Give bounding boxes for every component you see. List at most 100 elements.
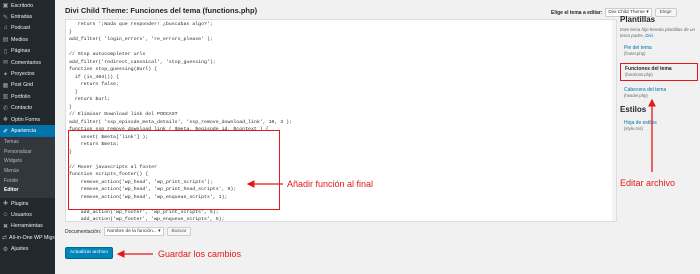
style-file-item[interactable]: Hoja de estilos (style.css) [620,118,698,134]
code-line: return '¡Nada que responder! ¿buscabas a… [69,22,213,27]
sidebar-item-label: Proyectos [11,71,35,78]
sidebar-item-label: Medios [11,36,29,43]
pin-icon: ✎ [2,14,9,21]
code-line: add_filter( 'login_errors', 're_errors_p… [69,37,213,42]
sidebar-item-label: Optin Forms [11,116,41,123]
users-icon: ☺ [2,211,9,218]
sidebar-item-label: Podcast [11,25,31,32]
submenu-item-editor[interactable]: Editor [0,186,55,196]
update-file-button[interactable]: Actualizar archivo [65,247,113,259]
portfolio-icon: ▥ [2,94,9,101]
sidebar-item-label: Apariencia [11,128,37,135]
microphone-icon: ♫ [3,25,8,32]
sidebar-item-comentarios[interactable]: ✉ Comentarios [0,57,55,68]
template-file-filename: (functions.php) [625,72,653,77]
submenu-item-temas[interactable]: Temas [0,138,55,148]
sidebar-item-label: Contacto [11,105,33,112]
wp-admin-screen: ▣ Escritorio ✎ Entradas ♫ Podcast ▤ Medios ▯ Pági… [0,0,700,274]
submenu-item-men-s[interactable]: Menús [0,167,55,177]
sidebar-item-label: All-in-One WP Migration [9,234,55,241]
code-editor[interactable]: return '¡Nada que responder! ¿buscabas a… [65,19,617,222]
template-file-list: Pie del tema (footer.php) Funciones del te… [620,43,698,101]
template-file-item[interactable]: Pie del tema (footer.php) [620,43,698,59]
sidebar-item-p-ginas[interactable]: ▯ Páginas [0,46,55,57]
function-name-select[interactable]: Nombre de la función... ▾ [104,227,164,236]
code-line: } [69,89,78,95]
templates-title: Plantillas [620,15,656,24]
styles-title: Estilos [620,105,647,114]
sidebar-item-medios[interactable]: ▤ Medios [0,34,55,45]
main-content: Divi Child Theme: Funciones del tema (fu… [55,0,700,274]
code-line: } [69,104,72,110]
template-file-item[interactable]: Funciones del tema (functions.php) [620,63,698,81]
sidebar-item-escritorio[interactable]: ▣ Escritorio [0,0,55,11]
sidebar-item-label: Ajustes [11,246,29,253]
code-line: add_filter( 'ssp_episode_meta_details', … [69,119,293,125]
theme-select-label: Elige el tema a editar: [551,9,603,16]
documentation-row: Documentación: Nombre de la función... ▾… [65,227,192,236]
sidebar-item-label: Páginas [11,48,31,55]
code-line: if (is_404()) { [69,74,119,80]
template-file-item[interactable]: Cabecera del tema (header.php) [620,85,698,101]
lookup-button[interactable]: Buscar [166,227,192,236]
projects-icon: ✦ [2,71,9,78]
code-line: // Stop autocompleter urls [69,52,146,57]
sidebar-item-optin-forms[interactable]: ❖ Optin Forms [0,114,55,125]
sidebar-item-usuarios[interactable]: ☺ Usuarios [0,209,55,220]
admin-sidebar: ▣ Escritorio ✎ Entradas ♫ Podcast ▤ Medios ▯ Pági… [0,0,55,274]
grid-icon: ▦ [2,82,9,89]
sidebar-item-plugins[interactable]: ✚ Plugins [0,198,55,209]
documentation-label: Documentación: [65,228,102,235]
editor-scrollbar[interactable] [612,20,616,221]
sidebar-item-ajustes[interactable]: ⚙ Ajustes [0,243,55,254]
sidebar-item-label: Post Grid [11,82,34,89]
sidebar-item-label: Herramientas [11,223,43,230]
style-file-list: Hoja de estilos (style.css) [620,118,698,134]
sidebar-item-podcast[interactable]: ♫ Podcast [0,23,55,34]
sidebar-item-apariencia[interactable]: ✐ Apariencia [0,125,55,138]
highlight-box-new-function [68,130,280,210]
function-name-value: Nombre de la función... [107,229,157,234]
code-line: // Eliminar Download link del PODCAST [69,112,178,117]
sidebar-item-label: Portfolio [11,93,31,100]
code-line: } [69,29,72,35]
template-file-filename: (footer.php) [624,51,646,56]
migration-icon: ⇄ [2,235,8,242]
sidebar-item-contacto[interactable]: ✆ Contacto [0,103,55,114]
code-line: return $url; [69,97,111,102]
sidebar-item-herramientas[interactable]: ✖ Herramientas [0,221,55,232]
media-icon: ▤ [2,37,9,44]
code-line: function stop_guessing($url) { [69,67,158,72]
sidebar-item-all-in-one-wp-migration[interactable]: ⇄All-in-One WP Migration [0,232,55,243]
sidebar-item-label: Comentarios [11,59,42,66]
sidebar-item-portfolio[interactable]: ▥ Portfolio [0,91,55,102]
templates-panel: Plantillas Este tema hijo hereda plantil… [620,15,698,134]
appearance-icon: ✐ [2,128,9,135]
submenu-item-widgets[interactable]: Widgets [0,157,55,167]
comment-icon: ✉ [2,60,9,67]
template-file-filename: (header.php) [624,93,648,98]
code-line: return false; [69,82,119,87]
code-line: add_filter('redirect_canonical', 'stop_g… [69,59,216,65]
sidebar-item-label: Escritorio [11,2,34,9]
submenu-item-personalizar[interactable]: Personalizar [0,148,55,158]
templates-description: Este tema hijo hereda plantillas de un t… [620,27,698,39]
style-file-filename: (style.css) [624,126,643,131]
settings-icon: ⚙ [2,246,9,253]
page-title: Divi Child Theme: Funciones del tema (fu… [65,6,258,15]
templates-desc-text: Este tema hijo hereda plantillas de un t… [620,27,696,38]
parent-theme-link[interactable]: Divi. [645,33,654,38]
sidebar-item-entradas[interactable]: ✎ Entradas [0,11,55,22]
sidebar-item-proyectos[interactable]: ✦ Proyectos [0,68,55,79]
plugin-icon: ✚ [2,201,9,208]
code-line: add_action('wp_footer', 'wp_enqueue_scri… [69,217,225,222]
sidebar-item-label: Entradas [11,14,33,21]
optin-icon: ❖ [2,117,9,124]
sidebar-item-label: Plugins [11,200,29,207]
page-icon: ▯ [3,48,8,55]
submenu-item-fondo[interactable]: Fondo [0,177,55,187]
sidebar-item-post-grid[interactable]: ▦ Post Grid [0,80,55,91]
annotation-save-changes: Guardar los cambios [158,249,242,259]
appearance-submenu: Temas Personalizar Widgets Menús Fondo Editor [0,137,55,198]
